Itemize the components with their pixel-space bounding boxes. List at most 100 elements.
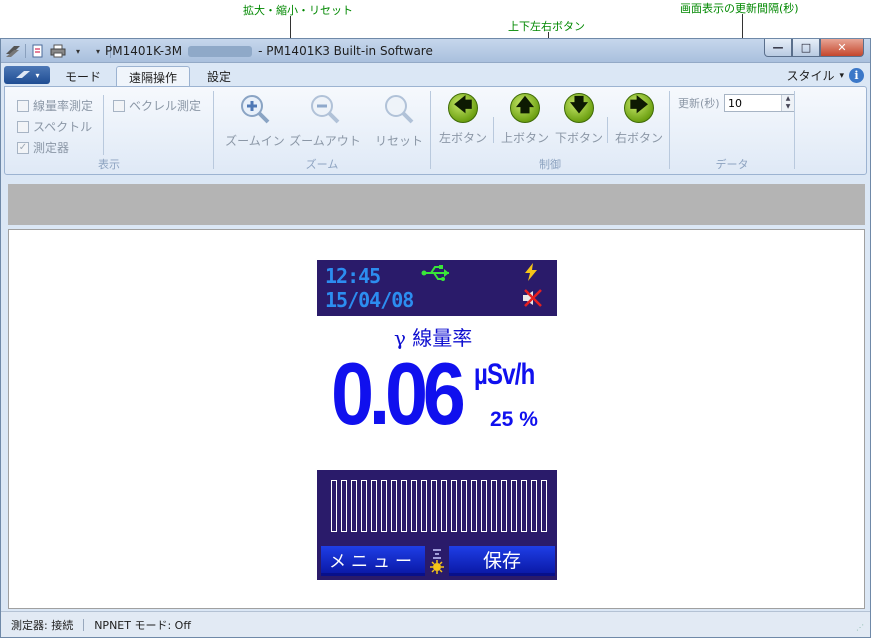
- checkbox-box: [113, 99, 125, 112]
- level-bar: [331, 480, 337, 532]
- level-bar: [441, 480, 447, 532]
- level-bar: [451, 480, 457, 532]
- interval-label: 更新(秒): [678, 97, 720, 110]
- group-zoom: ズームイン ズームアウト リセット ズーム: [214, 87, 430, 174]
- chevron-down-icon: ▾: [35, 70, 40, 80]
- spin-down-icon[interactable]: ▼: [782, 103, 794, 111]
- zoom-in-button[interactable]: ズームイン: [222, 93, 288, 149]
- level-bar: [371, 480, 377, 532]
- level-bar: [481, 480, 487, 532]
- info-icon[interactable]: i: [849, 68, 864, 83]
- left-button[interactable]: 🡄 左ボタン: [435, 93, 491, 146]
- dose-rate-value: 0.06: [331, 344, 466, 443]
- level-bar: [341, 480, 347, 532]
- level-bar: [541, 480, 547, 532]
- up-button-label: 上ボタン: [500, 131, 549, 145]
- checkbox-spectrum[interactable]: スペクトル: [17, 118, 92, 135]
- checkbox-label: ベクレル測定: [129, 99, 202, 113]
- up-button[interactable]: 🡅 上ボタン: [497, 93, 553, 146]
- close-button[interactable]: ✕: [820, 39, 864, 57]
- level-bar: [411, 480, 417, 532]
- level-bar: [361, 480, 367, 532]
- zoom-out-button[interactable]: ズームアウト: [288, 93, 362, 149]
- style-menu[interactable]: スタイル ▾ i: [786, 67, 864, 84]
- level-bar: [461, 480, 467, 532]
- level-bars: [331, 480, 547, 532]
- app-logo-icon: [16, 71, 31, 78]
- usb-icon: [421, 265, 449, 281]
- save-softkey[interactable]: 保存: [449, 546, 555, 576]
- battery-charge-icon: [525, 263, 537, 281]
- spinner-arrows[interactable]: ▲ ▼: [781, 95, 794, 111]
- group-title: ズーム: [305, 158, 339, 171]
- down-arrow-icon: 🡇: [564, 93, 594, 123]
- checkbox-becquerel[interactable]: ベクレル測定: [113, 97, 201, 114]
- level-bar: [521, 480, 527, 532]
- app-logo-icon[interactable]: [5, 43, 21, 59]
- print-icon[interactable]: [50, 43, 66, 59]
- interval-value[interactable]: 10: [728, 97, 742, 110]
- status-bar: 測定器: 接続 NPNET モード: Off ⋰: [1, 611, 870, 637]
- annotation-area: 拡大・縮小・リセット 上下左右ボタン 画面表示の更新間隔(秒): [0, 0, 871, 110]
- right-button[interactable]: 🡆 右ボタン: [611, 93, 667, 146]
- level-bar: [491, 480, 497, 532]
- menu-softkey[interactable]: メニュー: [321, 546, 425, 576]
- device-time: 12:45: [325, 264, 381, 288]
- ribbon-panel: 線量率測定 ベクレル測定 スペクトル ✓ 測定器 表示 ズームイン ズームアウト…: [4, 86, 867, 175]
- device-date: 15/04/08: [325, 288, 414, 312]
- customize-qat-icon[interactable]: ▾: [90, 43, 106, 59]
- group-title: 表示: [98, 158, 120, 171]
- app-menu-button[interactable]: ▾: [4, 66, 50, 84]
- checkbox-dose-rate[interactable]: 線量率測定: [17, 97, 93, 114]
- dpad-annotation: 上下左右ボタン: [508, 20, 585, 33]
- checkbox-label: 測定器: [33, 141, 70, 155]
- divider: [493, 117, 494, 143]
- meter-status: 測定器: 接続: [11, 618, 74, 632]
- print-dropdown-icon[interactable]: ▾: [70, 43, 86, 59]
- resize-grip-icon[interactable]: ⋰: [856, 623, 866, 633]
- level-bar: [531, 480, 537, 532]
- interval-spinner[interactable]: 10 ▲ ▼: [724, 94, 795, 112]
- left-arrow-icon: 🡄: [448, 93, 478, 123]
- tab-remote[interactable]: 遠隔操作: [116, 66, 191, 87]
- checkbox-box: [17, 99, 29, 112]
- dose-rate-unit: µSv/h: [474, 358, 535, 391]
- zoom-out-label: ズームアウト: [289, 134, 361, 148]
- checkbox-box: [17, 120, 29, 133]
- zoom-annotation: 拡大・縮小・リセット: [243, 4, 353, 17]
- level-bar: [431, 480, 437, 532]
- divider: [103, 95, 104, 155]
- right-arrow-icon: 🡆: [624, 93, 654, 123]
- level-bar: [511, 480, 517, 532]
- brightness-icon: [430, 549, 444, 574]
- level-bar: [381, 480, 387, 532]
- npnet-status: NPNET モード: Off: [94, 618, 191, 632]
- minimize-button[interactable]: —: [764, 39, 792, 57]
- group-display: 線量率測定 ベクレル測定 スペクトル ✓ 測定器 表示: [5, 87, 213, 174]
- toolbar-strip: [8, 184, 865, 225]
- window-title: PM1401K-3M - PM1401K3 Built-in Software: [105, 44, 433, 58]
- group-title: データ: [715, 158, 749, 171]
- report-icon[interactable]: [30, 43, 46, 59]
- tab-mode[interactable]: モード: [53, 66, 113, 87]
- device-view: 12:45 15/04/08 γ 線量率 0.06 µSv/h 25 % メニュ…: [8, 229, 865, 609]
- reset-button[interactable]: リセット: [372, 93, 426, 149]
- level-bar: [421, 480, 427, 532]
- spin-up-icon[interactable]: ▲: [782, 95, 794, 103]
- down-button[interactable]: 🡇 下ボタン: [551, 93, 607, 146]
- group-control: 🡄 左ボタン 🡅 上ボタン 🡇 下ボタン 🡆 右ボタン 制御: [431, 87, 669, 174]
- interval-annotation: 画面表示の更新間隔(秒): [680, 2, 799, 15]
- sound-muted-icon: [523, 289, 542, 307]
- checkbox-label: スペクトル: [33, 120, 93, 134]
- quick-access-toolbar: ▾ ▾: [5, 42, 111, 60]
- title-bar: ▾ ▾ PM1401K-3M - PM1401K3 Built-in Softwa…: [1, 39, 870, 63]
- status-separator: [83, 618, 85, 631]
- up-arrow-icon: 🡅: [510, 93, 540, 123]
- level-bar: [501, 480, 507, 532]
- checkbox-label: 線量率測定: [33, 99, 94, 113]
- checkbox-meter[interactable]: ✓ 測定器: [17, 139, 69, 156]
- divider: [607, 117, 608, 143]
- window-controls: — □ ✕: [764, 39, 864, 57]
- tab-settings[interactable]: 設定: [195, 66, 243, 87]
- maximize-button[interactable]: □: [792, 39, 820, 57]
